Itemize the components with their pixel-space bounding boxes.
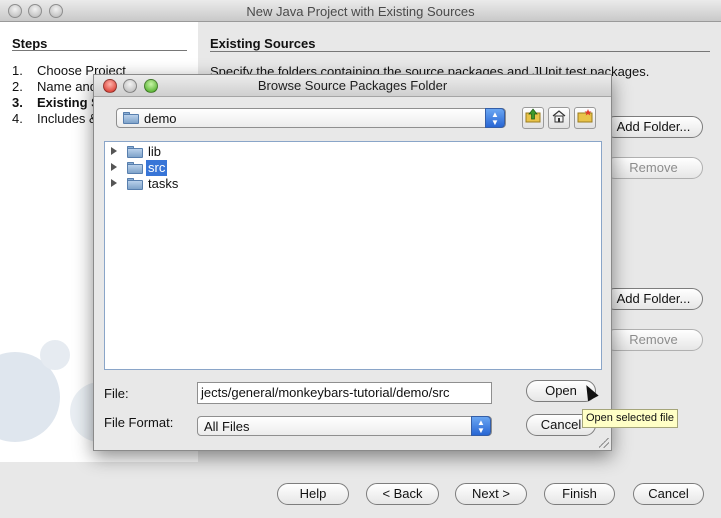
dialog-title: Browse Source Packages Folder	[257, 78, 448, 93]
tree-row[interactable]: tasks	[105, 176, 305, 192]
file-format-combo[interactable]: All Files ▲ ▼	[197, 416, 492, 436]
expand-arrow-icon[interactable]	[111, 147, 117, 155]
home-folder-icon[interactable]	[548, 107, 570, 129]
expand-arrow-icon[interactable]	[111, 179, 117, 187]
folder-icon	[127, 162, 143, 174]
look-in-value: demo	[144, 111, 177, 126]
tree-item-label: src	[146, 160, 168, 176]
look-in-combo[interactable]: demo ▲ ▼	[116, 108, 506, 128]
back-button[interactable]: < Back	[366, 483, 439, 505]
tree-item-label: lib	[148, 144, 162, 159]
remove-source-folder-button[interactable]: Remove	[604, 157, 703, 179]
help-button[interactable]: Help	[277, 483, 349, 505]
window-titlebar: New Java Project with Existing Sources	[0, 0, 721, 22]
steps-divider	[12, 50, 187, 51]
content-title: Existing Sources	[210, 36, 316, 51]
folder-tree[interactable]: lib src tasks	[104, 141, 602, 370]
expand-arrow-icon[interactable]	[111, 163, 117, 171]
add-source-folder-button[interactable]: Add Folder...	[604, 116, 703, 138]
file-format-value: All Files	[204, 419, 250, 434]
file-format-label: File Format:	[104, 415, 174, 430]
combo-arrows-icon: ▲ ▼	[485, 108, 505, 128]
tree-row-selected[interactable]: src	[105, 160, 305, 176]
folder-icon	[123, 112, 139, 124]
dialog-titlebar: Browse Source Packages Folder	[94, 75, 611, 97]
folder-icon	[127, 178, 143, 190]
add-test-folder-button[interactable]: Add Folder...	[604, 288, 703, 310]
browse-folder-dialog: Browse Source Packages Folder demo ▲ ▼ li…	[93, 74, 612, 451]
combo-arrows-icon: ▲ ▼	[471, 416, 491, 436]
tree-row[interactable]: lib	[105, 144, 305, 160]
next-button[interactable]: Next >	[455, 483, 527, 505]
remove-test-folder-button[interactable]: Remove	[604, 329, 703, 351]
up-one-level-icon[interactable]	[522, 107, 544, 129]
tree-item-label: tasks	[148, 176, 179, 191]
content-divider	[210, 51, 710, 52]
window-title: New Java Project with Existing Sources	[246, 4, 475, 19]
file-name-field[interactable]: jects/general/monkeybars-tutorial/demo/s…	[197, 382, 492, 404]
finish-button[interactable]: Finish	[544, 483, 615, 505]
steps-heading: Steps	[12, 36, 48, 51]
open-tooltip: Open selected file	[582, 409, 679, 428]
cancel-button[interactable]: Cancel	[633, 483, 704, 505]
new-folder-icon[interactable]	[574, 107, 596, 129]
folder-icon	[127, 146, 143, 158]
decorative-bubble	[40, 340, 70, 370]
resize-grip-icon[interactable]	[599, 438, 609, 448]
file-label: File:	[104, 386, 129, 401]
